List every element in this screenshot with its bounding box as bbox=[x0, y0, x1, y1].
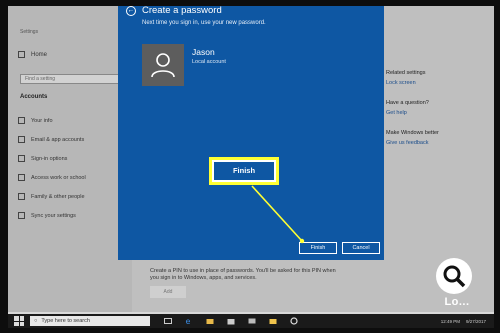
nav-item-sign-in-options[interactable]: Sign-in options bbox=[18, 149, 86, 168]
account-type: Local account bbox=[192, 59, 226, 65]
related-heading: Related settings bbox=[386, 70, 426, 76]
finish-button-highlighted[interactable]: Finish bbox=[209, 157, 279, 185]
nav-item-access-work[interactable]: Access work or school bbox=[18, 168, 86, 187]
avatar bbox=[142, 44, 184, 86]
back-arrow-icon[interactable]: ← bbox=[126, 6, 136, 16]
windows-start-icon[interactable] bbox=[14, 316, 24, 326]
nav-label: Access work or school bbox=[31, 174, 86, 181]
home-icon bbox=[18, 51, 25, 58]
people-icon bbox=[18, 193, 25, 200]
lock-screen-link[interactable]: Lock screen bbox=[386, 80, 486, 86]
nav-label: Family & other people bbox=[31, 193, 85, 200]
user-silhouette-icon bbox=[151, 53, 175, 78]
folder-icon[interactable] bbox=[269, 317, 277, 325]
nav-item-your-info[interactable]: Your info bbox=[18, 111, 86, 130]
window-title: Settings bbox=[20, 29, 39, 35]
search-placeholder: Type here to search bbox=[41, 318, 90, 324]
home-nav-item[interactable]: Home bbox=[18, 51, 47, 58]
settings-sidebar: Settings Home Find a setting Accounts Yo… bbox=[8, 6, 132, 312]
file-explorer-icon[interactable] bbox=[206, 317, 214, 325]
get-help-link[interactable]: Get help bbox=[386, 110, 486, 116]
search-icon: ○ bbox=[34, 318, 38, 324]
taskbar: ○ Type here to search e 12:49 PM 9/27/20… bbox=[8, 314, 494, 328]
finish-button[interactable]: Finish bbox=[299, 242, 337, 254]
question-heading: Have a question? bbox=[386, 100, 429, 106]
key-icon bbox=[18, 155, 25, 162]
watermark-logo: Lo... bbox=[424, 258, 490, 328]
watermark-text: Lo... bbox=[444, 296, 470, 308]
home-label: Home bbox=[31, 51, 48, 58]
person-icon bbox=[18, 117, 25, 124]
briefcase-icon bbox=[18, 174, 25, 181]
magnifier-icon bbox=[443, 265, 466, 288]
create-password-dialog: ← Create a password Next time you sign i… bbox=[118, 6, 384, 260]
dialog-subtitle: Next time you sign in, use your new pass… bbox=[142, 20, 266, 26]
magnifier-logo-icon bbox=[436, 258, 472, 294]
store-icon[interactable] bbox=[227, 317, 235, 325]
dialog-title: Create a password bbox=[142, 6, 222, 16]
nav-label: Sync your settings bbox=[31, 212, 76, 219]
settings-gear-icon[interactable] bbox=[290, 317, 298, 325]
section-heading: Accounts bbox=[20, 94, 48, 100]
taskbar-search-box[interactable]: ○ Type here to search bbox=[30, 316, 150, 326]
accounts-nav-list: Your info Email & app accounts Sign-in o… bbox=[18, 111, 86, 225]
nav-label: Email & app accounts bbox=[31, 136, 85, 143]
nav-label: Sign-in options bbox=[31, 155, 68, 162]
sync-icon bbox=[18, 212, 25, 219]
pin-description: Create a PIN to use in place of password… bbox=[150, 268, 336, 281]
add-pin-button[interactable]: Add bbox=[150, 286, 186, 298]
related-settings-panel: Related settings Lock screen Have a ques… bbox=[386, 70, 486, 160]
nav-item-email-accounts[interactable]: Email & app accounts bbox=[18, 130, 86, 149]
find-setting-input[interactable]: Find a setting bbox=[20, 74, 124, 84]
taskbar-pinned-apps: e bbox=[164, 317, 298, 325]
nav-label: Your info bbox=[31, 117, 53, 124]
edge-browser-icon[interactable]: e bbox=[185, 317, 193, 325]
feedback-link[interactable]: Give us feedback bbox=[386, 140, 486, 146]
mail-app-icon[interactable] bbox=[248, 317, 256, 325]
mail-icon bbox=[18, 136, 25, 143]
nav-item-family[interactable]: Family & other people bbox=[18, 187, 86, 206]
feedback-heading: Make Windows better bbox=[386, 130, 439, 136]
cancel-button[interactable]: Cancel bbox=[342, 242, 380, 254]
task-view-icon[interactable] bbox=[164, 317, 172, 325]
nav-item-sync[interactable]: Sync your settings bbox=[18, 206, 86, 225]
svg-text:e: e bbox=[186, 317, 191, 325]
user-name: Jason bbox=[192, 47, 215, 57]
screen: Settings Home Find a setting Accounts Yo… bbox=[8, 6, 494, 328]
